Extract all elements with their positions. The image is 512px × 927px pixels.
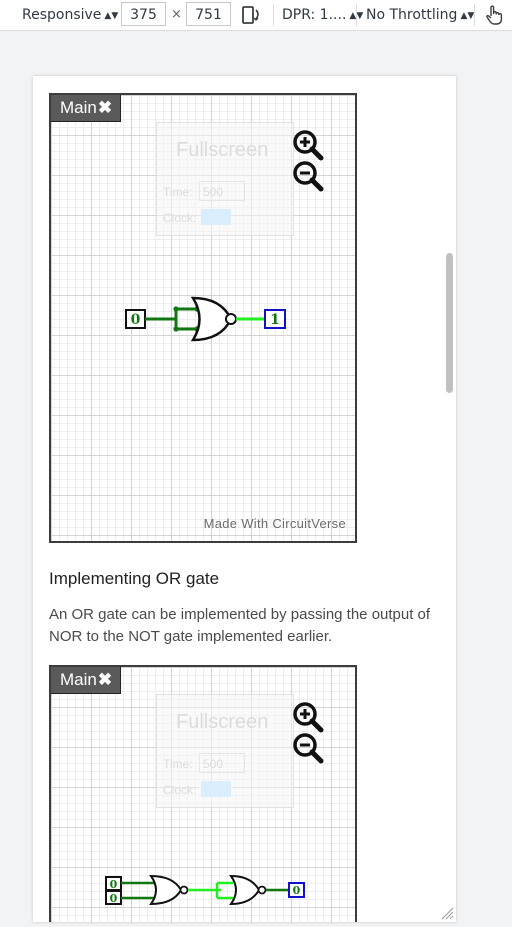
nor-gate <box>149 874 183 906</box>
circuit-canvas[interactable]: 0 0 0 <box>51 667 357 922</box>
resize-grip-icon[interactable] <box>440 906 454 920</box>
input-toggle-value: 0 <box>131 312 141 328</box>
input-a-value: 0 <box>110 878 118 891</box>
dpr-label: DPR: 1.... <box>282 7 347 23</box>
nor-gate-not <box>229 874 261 906</box>
section-paragraph: An OR gate can be implemented by passing… <box>49 606 431 645</box>
throttling-select[interactable]: No Throttling ▲▼ <box>366 0 474 30</box>
output-probe-value: 1 <box>270 312 280 328</box>
toolbar-divider <box>273 4 274 26</box>
output-probe-value: 0 <box>293 884 301 897</box>
throttling-label: No Throttling <box>366 7 458 23</box>
circuit-simulator-nor[interactable]: Main✖ Fullscreen Time: 500 Clock: 0 1 Ma… <box>49 93 357 543</box>
section-heading: Implementing OR gate <box>49 569 220 588</box>
caret-updown-icon: ▲▼ <box>104 11 119 21</box>
circuit-simulator-or[interactable]: Main✖ Fullscreen Time: 500 Clock: 0 0 0 <box>49 665 357 922</box>
device-toolbar: Responsive▲▼ 375 × 751 DPR: 1....▲▼ No T… <box>0 0 512 31</box>
caret-updown-icon: ▲▼ <box>460 11 475 21</box>
made-with-circuitverse[interactable]: Made With CircuitVerse <box>204 516 346 531</box>
or-circuit: 0 0 0 <box>105 874 305 906</box>
times-sign: × <box>171 7 182 22</box>
device-select[interactable]: Responsive ▲▼ <box>22 0 118 30</box>
height-input[interactable]: 751 <box>186 2 231 26</box>
rotate-icon <box>242 6 259 24</box>
toolbar-divider <box>356 4 357 26</box>
toolbar-divider <box>474 4 475 26</box>
input-b-value: 0 <box>110 892 118 905</box>
device-label: Responsive <box>22 7 102 23</box>
touch-hand-icon <box>486 5 503 25</box>
width-input[interactable]: 375 <box>121 2 166 26</box>
touch-button[interactable] <box>484 0 504 30</box>
circuit-canvas[interactable]: 0 1 <box>51 95 357 543</box>
rotate-button[interactable] <box>240 0 262 30</box>
dpr-select[interactable]: DPR: 1....▲▼ <box>282 0 363 30</box>
nor-circuit: 0 1 <box>125 296 286 342</box>
scrollbar-thumb[interactable] <box>446 253 453 393</box>
emulated-viewport: Main✖ Fullscreen Time: 500 Clock: 0 1 Ma… <box>33 76 456 922</box>
